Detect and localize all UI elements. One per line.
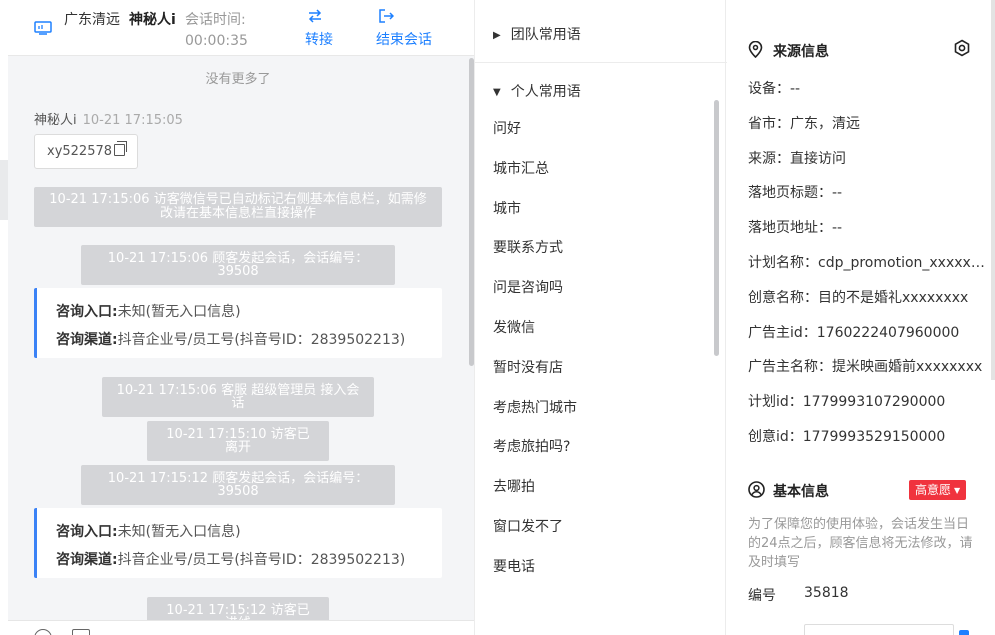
info-row: 创意名称：目的不是婚礼xxxxxxxx [748,289,969,306]
info-row: 创意id：1779993529150000 [748,428,946,445]
system-message: 10-21 17:15:12 顾客发起会话，会话编号：39508 [81,465,395,505]
monitor-icon [34,21,52,35]
customer-id-value: 35818 [804,585,849,601]
card-entry-row: 咨询入口:未知(暂无入口信息) [56,518,442,546]
no-more-history: 没有更多了 [205,72,271,87]
message-sender: 神秘人i 10-21 17:15:05 [34,109,183,128]
basic-info-title: 基本信息 [748,481,829,502]
team-phrases-group[interactable]: ▶ 团队常用语 [493,24,581,44]
phrase-item[interactable]: 发微信 [493,309,713,349]
phrase-scrollbar[interactable] [714,100,719,356]
session-time-label: 会话时间: [185,12,246,28]
phrase-item[interactable]: 问好 [493,110,713,150]
chat-messages[interactable]: 没有更多了 神秘人i 10-21 17:15:05 xy522578 10-21 … [8,56,474,620]
info-row: 落地页标题：-- [748,185,843,202]
system-message: 10-21 17:15:06 顾客发起会话，会话编号：39508 [81,245,395,285]
source-info-label: 来源信息 [773,44,829,60]
emoji-icon[interactable] [34,629,52,635]
caret-down-icon: ▼ [493,87,501,98]
channel-value: 抖音企业号/员工号(抖音号ID：2839502213) [117,332,406,348]
image-icon[interactable] [72,629,90,635]
chat-panel: 广东清远 神秘人i 会话时间: 00:00:35 转接 结束会话 没有更多了 神… [8,0,474,635]
transfer-icon [307,8,333,26]
card-channel-row: 咨询渠道:抖音企业号/员工号(抖音号ID：2839502213) [56,326,442,354]
settings-icon[interactable] [953,39,971,57]
phrase-item[interactable]: 城市 [493,190,713,230]
info-row: 设备：-- [748,81,801,97]
card-entry-row: 咨询入口:未知(暂无入口信息) [56,298,442,326]
info-row: 广告主名称：提米映画婚前xxxxxxxx [748,359,983,376]
sender-name: 神秘人i [34,113,77,128]
phrase-item[interactable]: 窗口发不了 [493,508,713,548]
info-row: 计划名称：cdp_promotion_xxxxxxxx [748,254,988,271]
entry-value: 未知(暂无入口信息) [117,304,241,320]
chat-toolbar [8,620,474,635]
source-info-list: 设备：-- 省市：广东，清远 来源：直接访问 落地页标题：-- 落地页地址：--… [748,72,988,455]
caret-down-icon: ▼ [954,486,961,495]
visitor-location: 广东清远 [64,12,120,28]
info-row: 计划id：1779993107290000 [748,394,946,411]
info-row: 省市：广东，清远 [748,115,860,132]
exit-icon [378,8,432,26]
channel-label: 咨询渠道: [56,332,118,348]
location-pin-icon [748,40,764,62]
personal-phrases-group[interactable]: ▼ 个人常用语 [493,81,581,101]
phrase-item[interactable]: 去哪拍 [493,468,713,508]
caret-right-icon: ▶ [493,30,501,41]
phrase-item[interactable]: 要电话 [493,548,713,588]
chat-header: 广东清远 神秘人i 会话时间: 00:00:35 转接 结束会话 [8,0,474,56]
info-panel: 来源信息 设备：-- 省市：广东，清远 来源：直接访问 落地页标题：-- 落地页… [727,0,995,635]
phrase-item[interactable]: 暂时没有店 [493,349,713,389]
phrase-item[interactable]: 城市汇总 [493,150,713,190]
source-info-title: 来源信息 [748,40,829,62]
field-indicator [959,630,969,635]
customer-service-workspace: 广东清远 神秘人i 会话时间: 00:00:35 转接 结束会话 没有更多了 神… [0,0,995,635]
edit-notice: 为了保障您的使用体验，会话发生当日的24点之后，顾客信息将无法修改，请及时填写 [748,517,973,570]
transfer-button[interactable]: 转接 [305,8,333,50]
bubble-text: xy522578 [47,144,113,159]
basic-info-label: 基本信息 [773,484,829,500]
phrase-list: 问好 城市汇总 城市 要联系方式 问是咨询吗 发微信 暂时没有店 考虑热门城市 … [493,110,713,588]
user-circle-icon [748,481,765,502]
customer-id-label: 编号 [748,588,776,604]
next-field-input[interactable] [804,624,954,635]
phrases-panel: ▶ 团队常用语 ▼ 个人常用语 问好 城市汇总 城市 要联系方式 问是咨询吗 发微信… [474,0,727,635]
entry-label: 咨询入口: [56,304,118,320]
copy-icon[interactable] [114,141,128,156]
team-phrases-label: 团队常用语 [510,27,581,43]
channel-value: 抖音企业号/员工号(抖音号ID：2839502213) [117,552,406,568]
entry-value: 未知(暂无入口信息) [117,524,241,540]
end-session-button[interactable]: 结束会话 [376,8,432,50]
entry-label: 咨询入口: [56,524,118,540]
intent-level-dropdown[interactable]: 高意愿 ▼ [909,480,967,500]
intent-level-label: 高意愿 [915,483,952,497]
phrase-item[interactable]: 考虑热门城市 [493,389,713,429]
info-row: 广告主id：1760222407960000 [748,324,960,341]
group-divider [475,62,727,63]
phrase-item[interactable]: 问是咨询吗 [493,269,713,309]
system-message: 10-21 17:15:10 访客已离开 [147,421,329,461]
system-message: 10-21 17:15:12 访客已进线 [147,597,329,620]
phrase-item[interactable]: 要联系方式 [493,229,713,269]
visitor-name: 神秘人i [129,12,176,28]
info-row: 来源：直接访问 [748,150,846,167]
info-scrollbar[interactable] [991,0,995,380]
system-message: 10-21 17:15:06 客服 超级管理员 接入会话 [102,377,374,417]
left-edge-strip [0,160,8,220]
transfer-label: 转接 [305,32,333,48]
message-bubble[interactable]: xy522578 [34,134,139,169]
sender-time: 10-21 17:15:05 [82,113,183,128]
consult-info-card: 咨询入口:未知(暂无入口信息) 咨询渠道:抖音企业号/员工号(抖音号ID：283… [34,508,442,578]
system-message: 10-21 17:15:06 访客微信号已自动标记右侧基本信息栏，如需修改请在基… [34,187,442,227]
personal-phrases-label: 个人常用语 [510,84,581,100]
info-row: 落地页地址：-- [748,220,843,237]
channel-label: 咨询渠道: [56,552,118,568]
card-channel-row: 咨询渠道:抖音企业号/员工号(抖音号ID：2839502213) [56,546,442,574]
phrase-item[interactable]: 考虑旅拍吗? [493,428,713,468]
consult-info-card: 咨询入口:未知(暂无入口信息) 咨询渠道:抖音企业号/员工号(抖音号ID：283… [34,288,442,358]
session-time-value: 00:00:35 [185,33,248,49]
end-session-label: 结束会话 [376,32,432,48]
